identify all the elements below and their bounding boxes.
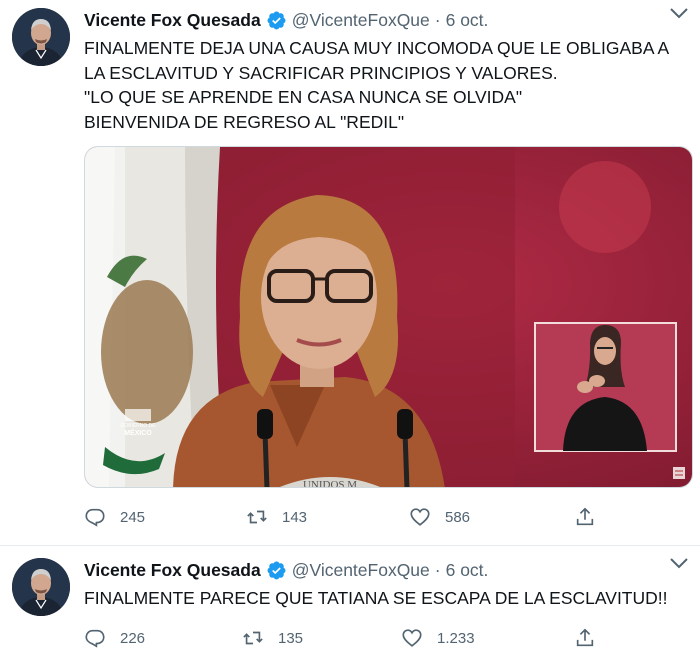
tweet-text: FINALMENTE PARECE QUE TATIANA SE ESCAPA … [84,588,668,608]
retweet-icon [247,510,267,524]
like-button[interactable]: 586 [409,502,470,532]
tweet[interactable]: Vicente Fox Quesada @VicenteFoxQue · 6 o… [0,546,700,655]
reply-icon [85,508,105,527]
like-button[interactable]: 1.233 [401,623,475,653]
tweet-date[interactable]: 6 oct. [446,10,489,31]
share-icon [576,628,594,647]
watermark-line2: MÉXICO [124,428,152,437]
avatar-photo [12,558,70,616]
reply-count: 245 [120,508,146,526]
like-count: 586 [445,508,471,526]
verified-badge-icon [266,560,287,581]
reply-count: 226 [120,629,146,647]
reply-icon [85,629,105,648]
tweet-header: Vicente Fox Quesada @VicenteFoxQue · 6 o… [84,558,488,582]
retweet-button[interactable]: 135 [242,623,303,653]
tweet-media[interactable]: UNIDOS M GOBIERNO DE MÉXICO [84,146,693,488]
podium-text: UNIDOS M [303,479,357,488]
retweet-count: 135 [278,629,304,647]
retweet-count: 143 [282,508,308,526]
reply-button[interactable]: 245 [84,502,145,532]
reply-button[interactable]: 226 [84,623,145,653]
watermark-line1: GOBIERNO DE [120,423,156,429]
chevron-down-icon[interactable] [668,6,690,20]
tweet-actions: 245 143 586 [84,502,684,532]
retweet-button[interactable]: 143 [246,502,307,532]
tweet-text: FINALMENTE DEJA UNA CAUSA MUY INCOMODA Q… [84,38,670,132]
share-button[interactable] [574,623,596,653]
heart-icon [402,629,422,647]
like-count: 1.233 [437,629,475,647]
author-name[interactable]: Vicente Fox Quesada [84,560,261,581]
tweet-date[interactable]: 6 oct. [446,560,489,581]
author-name[interactable]: Vicente Fox Quesada [84,10,261,31]
share-icon [576,507,594,526]
avatar-photo [12,8,70,66]
tweet-actions: 226 135 1.233 [84,623,684,653]
separator-dot: · [434,9,441,30]
avatar[interactable] [12,8,70,66]
tweet[interactable]: Vicente Fox Quesada @VicenteFoxQue · 6 o… [0,0,700,545]
chevron-down-icon[interactable] [668,556,690,570]
verified-badge-icon [266,10,287,31]
tweet-header: Vicente Fox Quesada @VicenteFoxQue · 6 o… [84,8,488,32]
avatar[interactable] [12,558,70,616]
retweet-icon [243,631,263,645]
separator-dot: · [434,559,441,580]
share-button[interactable] [574,502,596,532]
author-handle[interactable]: @VicenteFoxQue [292,10,430,31]
author-handle[interactable]: @VicenteFoxQue [292,560,430,581]
press-conference-photo: UNIDOS M GOBIERNO DE MÉXICO [85,147,692,488]
heart-icon [410,508,430,526]
